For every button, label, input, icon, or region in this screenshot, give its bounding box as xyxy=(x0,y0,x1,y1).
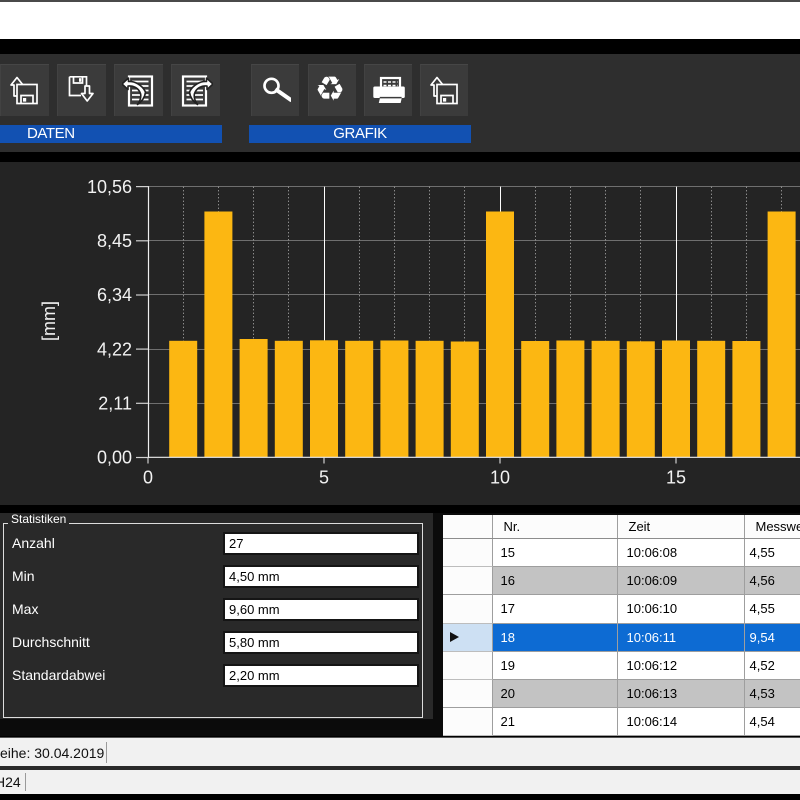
svg-text:0: 0 xyxy=(143,468,153,488)
svg-text:6,34: 6,34 xyxy=(97,285,132,305)
svg-text:5: 5 xyxy=(319,468,329,488)
svg-text:8,45: 8,45 xyxy=(97,231,132,251)
svg-text:2,11: 2,11 xyxy=(98,394,132,414)
svg-text:10: 10 xyxy=(490,468,510,488)
svg-text:4,22: 4,22 xyxy=(97,339,132,359)
svg-text:0,00: 0,00 xyxy=(97,448,132,468)
svg-text:15: 15 xyxy=(666,468,686,488)
svg-text:[mm]: [mm] xyxy=(39,301,59,341)
svg-text:10,56: 10,56 xyxy=(87,177,132,197)
